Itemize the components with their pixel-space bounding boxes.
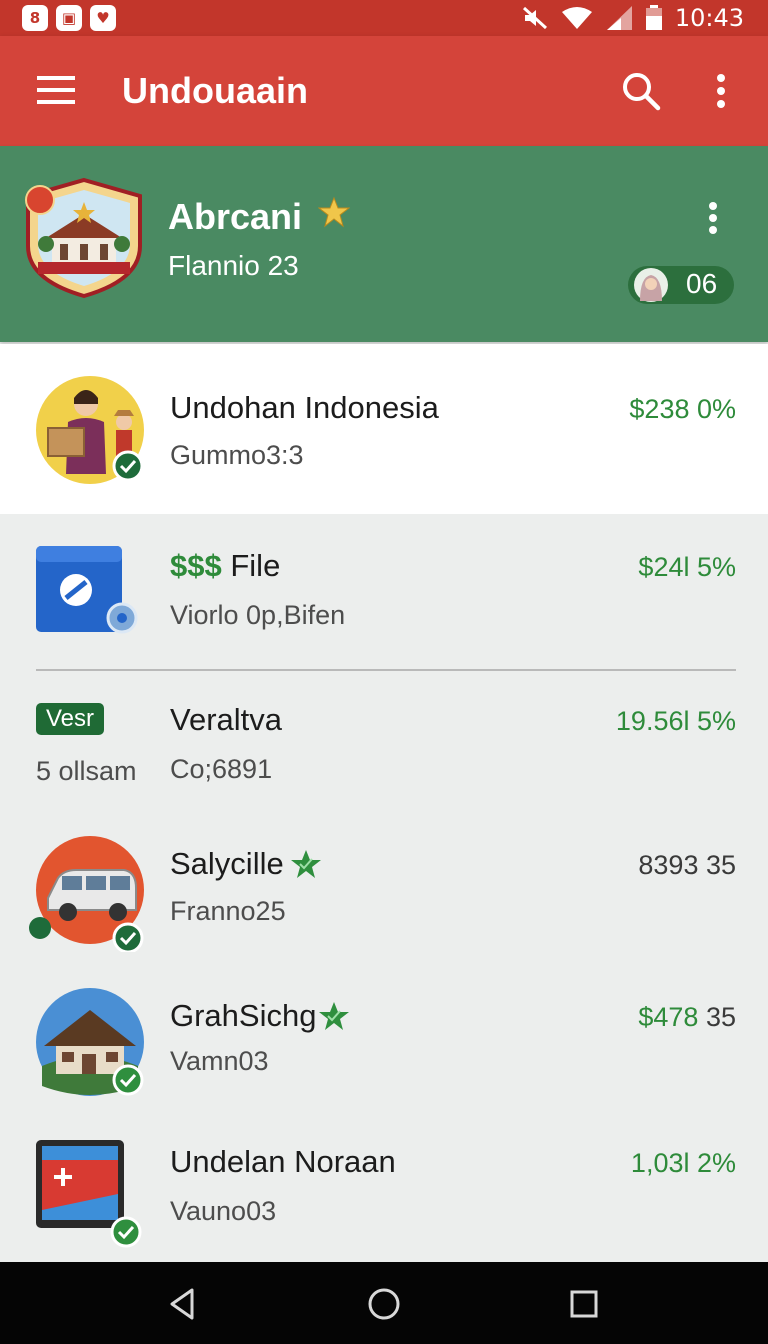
list-item[interactable]: Undelan Noraan Vauno03 1,03l 2% xyxy=(0,1120,768,1262)
list-item[interactable]: $$$ File Viorlo 0p,Bifen $24l 5% xyxy=(0,514,768,668)
profile-count-badge[interactable]: 06 xyxy=(628,266,734,304)
menu-icon[interactable] xyxy=(36,72,76,108)
more-vert-icon[interactable] xyxy=(698,198,728,238)
mute-icon xyxy=(522,6,547,30)
recents-icon[interactable] xyxy=(564,1284,604,1324)
app-tablet-icon xyxy=(36,1140,142,1248)
list-item[interactable]: GrahSichg Vamn03 $478 35 xyxy=(0,970,768,1120)
clock: 10:43 xyxy=(674,4,744,32)
item-subtitle: Gummo3:3 xyxy=(170,440,304,470)
profile-name: Abrcani xyxy=(168,196,303,237)
item-value-rest: 35 xyxy=(698,1002,736,1032)
signal-icon xyxy=(606,6,632,30)
notification-icons: 8 ▣ ♥ xyxy=(22,5,116,31)
item-title: GrahSichg xyxy=(170,998,317,1033)
home-icon[interactable] xyxy=(364,1284,404,1324)
avatar xyxy=(634,268,668,302)
item-title[interactable]: Veraltva xyxy=(170,702,282,738)
badge-count: 06 xyxy=(686,268,718,299)
item-subtitle: Viorlo 0p,Bifen xyxy=(170,600,346,630)
wifi-icon xyxy=(561,7,592,29)
system-nav-bar xyxy=(0,1262,768,1344)
battery-icon xyxy=(645,5,662,30)
avatar xyxy=(29,836,144,952)
profile-emblem xyxy=(25,177,142,299)
avatar xyxy=(36,376,144,484)
profile-header[interactable]: Abrcani Flannio 23 06 xyxy=(0,146,768,342)
item-subtitle: Co;6891 xyxy=(170,754,273,784)
item-title: Undelan Noraan xyxy=(170,1144,396,1179)
item-subtitle: Vauno03 xyxy=(170,1196,277,1226)
star-icon xyxy=(318,196,350,228)
item-value: 19.56l 5% xyxy=(615,706,736,736)
divider xyxy=(36,669,736,671)
status-bar: 8 ▣ ♥ 10:43 xyxy=(0,0,768,36)
item-value: $24l 5% xyxy=(638,552,736,582)
item-value-highlight: $478 xyxy=(638,1002,699,1032)
search-icon[interactable] xyxy=(620,70,662,112)
item-subtitle: Franno25 xyxy=(170,896,286,926)
status-badge: Vesr xyxy=(36,703,105,735)
item-title: Salycille xyxy=(170,846,284,881)
item-subtitle: Vamn03 xyxy=(170,1046,269,1076)
notification-icon: ▣ xyxy=(56,5,82,31)
list-item[interactable]: Undohan Indonesia Gummo3:3 $238 0% xyxy=(0,344,768,514)
profile-subtitle: Flannio 23 xyxy=(168,250,299,281)
verified-star-icon xyxy=(319,1002,349,1030)
app-file-icon xyxy=(36,546,138,634)
avatar xyxy=(36,988,144,1096)
item-title-text: File xyxy=(230,548,281,583)
app-title: Undouaain xyxy=(122,70,308,111)
back-icon[interactable] xyxy=(162,1284,202,1324)
item-value: $238 0% xyxy=(629,394,736,424)
verified-star-icon xyxy=(291,850,321,878)
item-value: 8393 35 xyxy=(638,850,736,880)
list-item[interactable]: Salycille Franno25 8393 35 xyxy=(0,820,768,970)
app-bar: Undouaain xyxy=(0,36,768,146)
item-title-prefix: $$$ xyxy=(170,548,222,583)
item-value: $478 35 xyxy=(638,1002,736,1033)
more-vert-icon[interactable] xyxy=(706,70,736,112)
item-meta: 5 ollsam xyxy=(36,756,137,786)
item-value: 1,03l 2% xyxy=(630,1148,736,1178)
notification-icon: ♥ xyxy=(90,5,116,31)
item-title: $$$ File xyxy=(170,548,280,584)
item-title: Undohan Indonesia xyxy=(170,390,439,425)
notification-icon: 8 xyxy=(22,5,48,31)
